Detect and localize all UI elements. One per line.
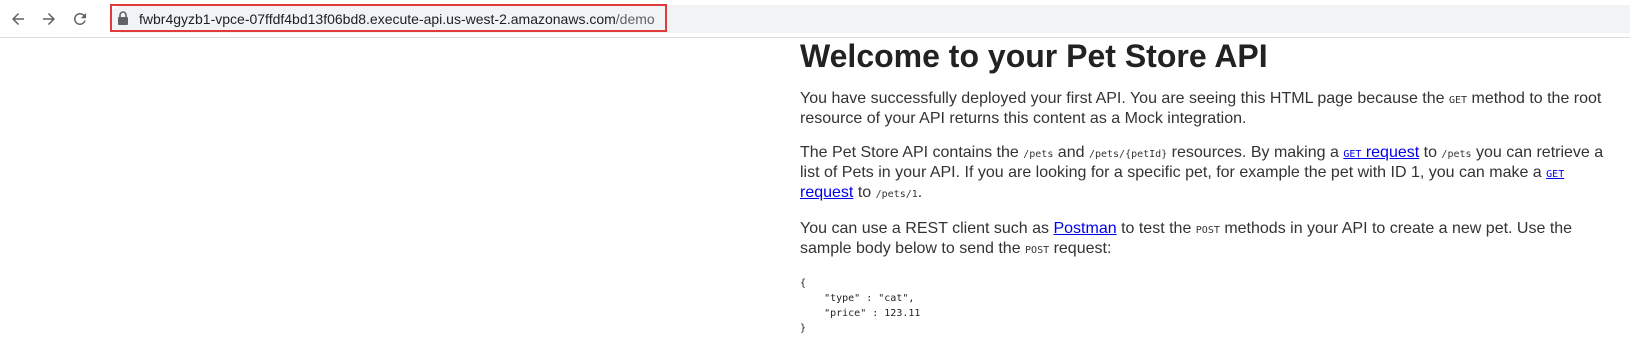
p3-text: to test the [1116,220,1196,237]
sample-body-code: { "type" : "cat", "price" : 123.11 } [800,278,921,334]
p2-text: and [1053,144,1089,161]
back-button[interactable] [5,6,31,32]
post-method-code: POST [1195,225,1220,236]
p1-text: You have successfully deployed your firs… [800,90,1449,107]
url-text[interactable]: fwbr4gyzb1-vpce-07ffdf4bd13f06bd8.execut… [139,10,655,28]
pets-path-code: /pets [1023,149,1054,160]
lock-icon [118,11,128,25]
reload-icon [73,12,86,25]
paragraph-postman: You can use a REST client such as Postma… [800,220,1610,260]
p2-text: The Pet Store API contains the [800,144,1024,161]
pet-id-path-code: /pets/{petId} [1088,149,1168,160]
p3-text: You can use a REST client such as [800,220,1054,237]
paragraph-resources: The Pet Store API contains the /pets and… [800,144,1610,204]
link-get-code: GET [1343,149,1362,160]
arrow-left-icon [12,13,24,25]
browser-toolbar: fwbr4gyzb1-vpce-07ffdf4bd13f06bd8.execut… [0,0,1630,38]
page-title: Welcome to your Pet Store API [800,38,1268,74]
p3-text: request: [1049,240,1112,257]
url-path: /demo [615,11,655,27]
pet-1-path-code: /pets/1 [875,189,918,200]
p2-text: to [853,184,876,201]
link-get-code: GET [1546,169,1565,180]
forward-button[interactable] [36,6,62,32]
pets-path-code: /pets [1441,149,1472,160]
get-method-code: GET [1449,95,1468,106]
page-content: Welcome to your Pet Store API You have s… [800,37,1610,336]
p2-text: . [917,184,923,201]
postman-link[interactable]: Postman [1053,220,1116,237]
post-method-code: POST [1025,245,1050,256]
p2-text: resources. By making a [1167,144,1344,161]
p2-text: to [1419,144,1442,161]
get-request-link-pets[interactable]: GET request [1343,144,1419,161]
paragraph-intro: You have successfully deployed your firs… [800,90,1610,128]
link-text: request [1361,144,1420,161]
arrow-right-icon [43,13,55,25]
reload-button[interactable] [67,6,93,32]
link-text: request [800,184,854,201]
url-host: fwbr4gyzb1-vpce-07ffdf4bd13f06bd8.execut… [139,11,616,27]
